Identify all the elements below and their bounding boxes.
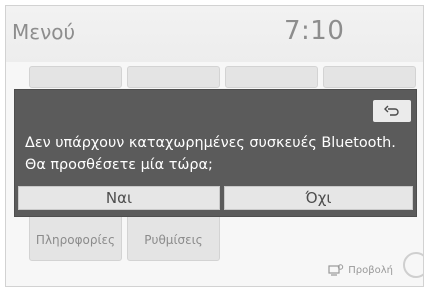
menu-tile-1[interactable] xyxy=(29,66,122,88)
tile-label: Ρυθμίσεις xyxy=(144,233,203,247)
dialog-message: Δεν υπάρχουν καταχωρημένες συσκευές Blue… xyxy=(25,132,408,176)
menu-screen: Μενού 7:10 Πληροφορίες Ρυθμίσεις Προβολή xyxy=(5,5,424,287)
menu-tile-4[interactable] xyxy=(323,66,416,88)
bluetooth-dialog: Δεν υπάρχουν καταχωρημένες συσκευές Blue… xyxy=(14,89,417,217)
menu-tile-settings[interactable]: Ρυθμίσεις xyxy=(127,211,220,261)
menu-tile-2[interactable] xyxy=(127,66,220,88)
tile-label: Πληροφορίες xyxy=(35,233,116,247)
clock: 7:10 xyxy=(284,16,345,46)
side-knob-icon xyxy=(403,252,423,278)
display-icon xyxy=(328,264,344,276)
back-button[interactable] xyxy=(373,100,411,122)
menu-tile-3[interactable] xyxy=(225,66,318,88)
no-button[interactable]: Όχι xyxy=(224,186,413,210)
return-arrow-icon xyxy=(384,102,400,121)
yes-button[interactable]: Ναι xyxy=(18,186,220,210)
view-button[interactable]: Προβολή xyxy=(328,264,393,276)
menu-title: Μενού xyxy=(12,20,76,44)
view-label: Προβολή xyxy=(348,264,393,276)
message-line-2: Θα προσθέσετε μία τώρα; xyxy=(25,157,213,173)
header-bar: Μενού 7:10 xyxy=(6,6,423,62)
menu-tile-info[interactable]: Πληροφορίες xyxy=(29,211,122,261)
message-line-1: Δεν υπάρχουν καταχωρημένες συσκευές Blue… xyxy=(25,135,396,151)
